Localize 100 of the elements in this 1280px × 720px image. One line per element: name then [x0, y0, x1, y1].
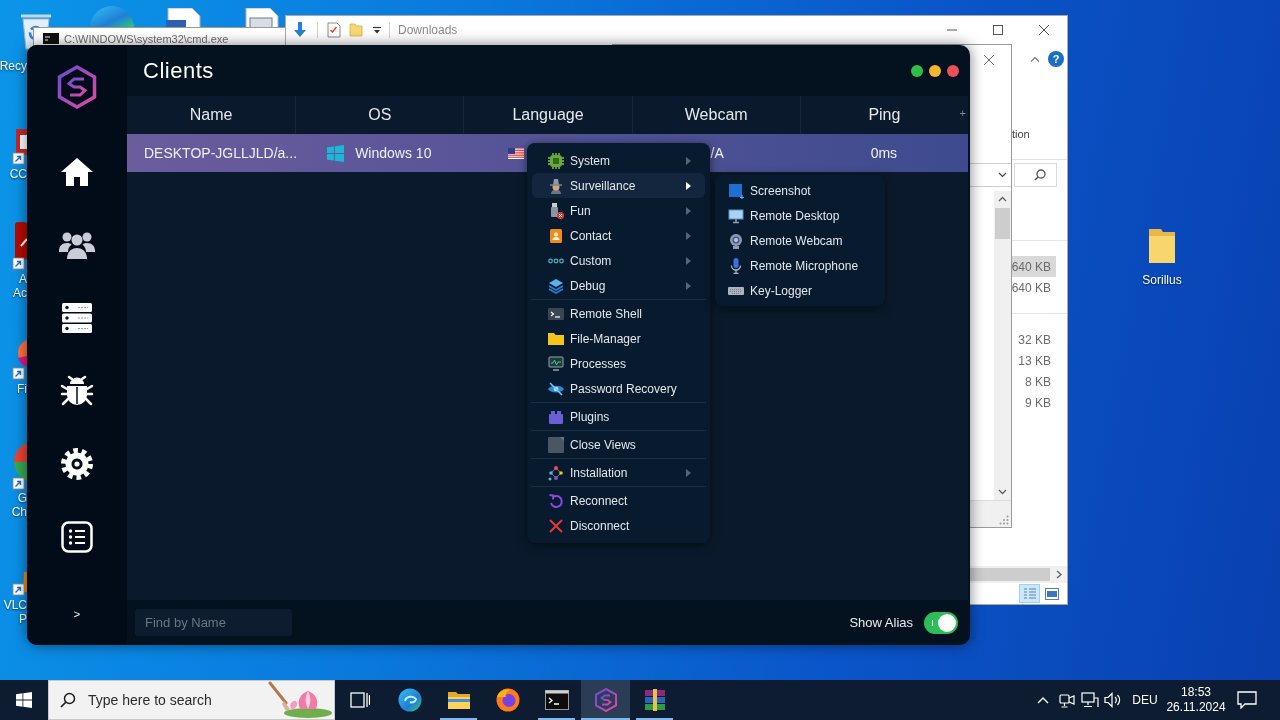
- clock-date[interactable]: 26.11.2024: [1166, 700, 1226, 715]
- table-cell-text: DESKTOP-JGLLJLD/a...: [144, 143, 297, 163]
- desktop-icon-label: Sorillus: [1142, 273, 1182, 287]
- dropdown-caret-icon: [998, 172, 1007, 178]
- monitor-graph-icon: [548, 355, 564, 372]
- input-language-button[interactable]: DEU: [1124, 680, 1166, 720]
- network-nodes-icon: [548, 464, 564, 481]
- taskbar-app-button[interactable]: [581, 680, 630, 720]
- maximize-button[interactable]: [911, 64, 923, 77]
- menu-item[interactable]: Installation: [532, 460, 705, 485]
- menu-item[interactable]: Disconnect: [532, 513, 705, 538]
- menu-item[interactable]: Screenshot: [720, 178, 880, 203]
- network-icon: [1080, 692, 1099, 708]
- console-icon: [43, 33, 59, 44]
- menu-item[interactable]: Remote Webcam: [720, 228, 880, 253]
- layers-icon: [548, 277, 564, 294]
- chevron-up-icon: [1037, 696, 1049, 704]
- desktop-icon-label: Recy: [0, 59, 27, 73]
- menu-item[interactable]: Plugins: [532, 404, 705, 429]
- expand-button[interactable]: >: [73, 608, 81, 621]
- list-icon[interactable]: [61, 520, 93, 553]
- menu-item[interactable]: Custom: [532, 248, 705, 273]
- menu-item[interactable]: Contact: [532, 223, 705, 248]
- windows-logo-icon: [327, 144, 345, 162]
- cross-icon: [548, 517, 564, 534]
- menu-item[interactable]: Remote Desktop: [720, 203, 880, 228]
- toggle-switch[interactable]: [924, 611, 958, 634]
- horizontal-scrollbar[interactable]: [969, 566, 1067, 583]
- folder-icon: [548, 330, 564, 347]
- folder-icon: [446, 690, 471, 710]
- resize-grip-icon[interactable]: [999, 515, 1009, 525]
- search-icon: [60, 692, 76, 708]
- minimize-button[interactable]: [929, 64, 941, 77]
- shortcut-icon[interactable]: [12, 572, 27, 596]
- menu-item[interactable]: Processes: [532, 351, 705, 376]
- desktop-icon-label: G: [17, 491, 27, 505]
- file-size[interactable]: 13 KB: [1012, 350, 1056, 371]
- contact-book-icon: [548, 227, 564, 244]
- server-rack-icon[interactable]: [61, 301, 93, 334]
- menu-item[interactable]: Reconnect: [532, 488, 705, 513]
- detective-icon: [548, 177, 564, 194]
- table-cell-text: 0ms: [870, 143, 898, 163]
- speaker-icon: [1103, 692, 1122, 708]
- camera-icon: [1058, 692, 1075, 708]
- ribbon-label: tion: [1012, 128, 1030, 140]
- microphone-icon: [728, 257, 744, 274]
- help-button[interactable]: ?: [1048, 51, 1064, 67]
- file-size[interactable]: 640 KB: [1012, 256, 1056, 277]
- home-icon[interactable]: [60, 156, 94, 187]
- menu-item[interactable]: File-Manager: [532, 326, 705, 351]
- menu-item[interactable]: System: [532, 148, 705, 173]
- menu-item[interactable]: Remote Shell: [532, 301, 705, 326]
- menu-item[interactable]: Close Views: [532, 432, 705, 457]
- column-header[interactable]: Name: [127, 96, 296, 134]
- file-size[interactable]: 9 KB: [1012, 392, 1056, 413]
- bug-icon[interactable]: [60, 374, 94, 407]
- search-field[interactable]: Type here to search: [48, 680, 335, 720]
- speech-bubble-icon: [1237, 691, 1257, 709]
- settings-icon[interactable]: [60, 446, 94, 481]
- download-arrow-icon[interactable]: [292, 21, 308, 39]
- chevron-up-icon[interactable]: [1030, 56, 1040, 62]
- menu-item[interactable]: Surveillance: [532, 173, 705, 198]
- desktop-icon-label: A: [19, 272, 27, 286]
- document-icon[interactable]: [164, 8, 204, 28]
- menu-item[interactable]: Key-Logger: [720, 278, 880, 303]
- menu-item[interactable]: Fun: [532, 198, 705, 223]
- book-stack-icon: [642, 688, 667, 712]
- close-icon: [983, 54, 995, 66]
- usb-drive-icon: [548, 202, 564, 219]
- search-field[interactable]: Find by Name: [135, 609, 292, 636]
- search-icon: [1034, 169, 1046, 181]
- file-size[interactable]: 32 KB: [1012, 329, 1056, 350]
- menu-item[interactable]: Remote Microphone: [720, 253, 880, 278]
- picture-frame-icon: [1044, 587, 1059, 600]
- table-cell-text: Windows 10: [355, 143, 432, 163]
- users-icon[interactable]: [59, 230, 95, 259]
- menu-item[interactable]: Password Recovery: [532, 376, 705, 401]
- shortcut-icon[interactable]: [12, 222, 27, 270]
- round-app-icon: [397, 688, 422, 712]
- dropdown-caret-icon[interactable]: [373, 26, 381, 34]
- table-cell-text: /A: [710, 143, 724, 163]
- vertical-scrollbar[interactable]: [994, 191, 1011, 500]
- checked-document-icon[interactable]: [327, 22, 341, 38]
- file-size[interactable]: 640 KB: [1012, 277, 1056, 298]
- round-logo-icon: [495, 688, 520, 712]
- document-icon[interactable]: [244, 8, 280, 28]
- page-title: Clients: [143, 57, 214, 84]
- search-field[interactable]: [1014, 163, 1057, 187]
- window-icon: [548, 436, 564, 453]
- monitor-icon: [728, 207, 744, 224]
- scrollbar-thumb[interactable]: [969, 568, 1050, 581]
- menu-item[interactable]: Debug: [532, 273, 705, 298]
- window-title: C:\WINDOWS\system32\cmd.exe: [64, 33, 229, 45]
- folder-icon[interactable]: [1147, 227, 1177, 265]
- window-title: Downloads: [398, 22, 458, 39]
- desktop-icon-label: VLC: [3, 598, 27, 612]
- add-column-button[interactable]: +: [959, 108, 966, 119]
- scrollbar-thumb[interactable]: [995, 208, 1010, 239]
- clock-time[interactable]: 18:53: [1181, 685, 1211, 700]
- file-size[interactable]: 8 KB: [1012, 371, 1056, 392]
